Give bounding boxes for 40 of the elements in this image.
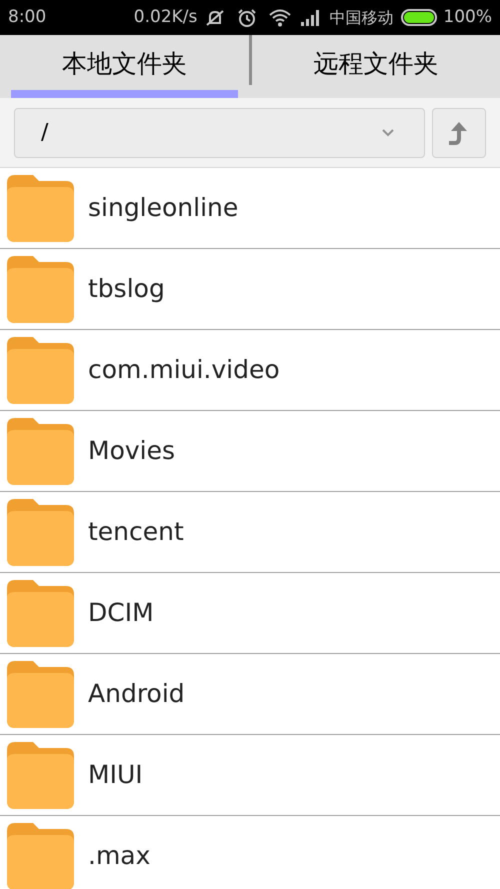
- folder-name: tencent: [88, 516, 184, 548]
- carrier-name: 中国移动: [329, 6, 394, 28]
- network-speed: 0.02K/s: [134, 6, 198, 29]
- folder-name: Android: [88, 678, 185, 710]
- folder-row[interactable]: com.miui.video: [0, 330, 500, 411]
- folder-name: MIUI: [88, 759, 143, 792]
- folder-icon: [7, 418, 74, 484]
- muted-bell-icon: [205, 8, 226, 28]
- folder-row[interactable]: tbslog: [0, 249, 500, 330]
- folder-name: .max: [88, 840, 150, 872]
- clock: 8:00: [8, 6, 46, 29]
- folder-row[interactable]: tencent: [0, 492, 500, 573]
- folder-name: Movies: [88, 435, 176, 468]
- battery-percent: 100%: [443, 6, 492, 29]
- tab[interactable]: 远程文件夹: [262, 35, 489, 98]
- folder-icon: [7, 580, 74, 646]
- folder-icon: [7, 256, 74, 322]
- alarm-icon: [237, 8, 258, 28]
- up-folder-button[interactable]: [432, 108, 486, 158]
- battery-icon: [401, 9, 438, 26]
- folder-name: com.miui.video: [88, 354, 280, 386]
- folder-row[interactable]: Movies: [0, 411, 500, 492]
- folder-row[interactable]: singleonline: [0, 168, 500, 249]
- folder-name: tbslog: [88, 273, 165, 306]
- folder-row[interactable]: DCIM: [0, 573, 500, 654]
- folder-row[interactable]: MIUI: [0, 735, 500, 816]
- folder-row[interactable]: Android: [0, 654, 500, 735]
- folder-icon: [7, 822, 74, 889]
- folder-icon: [7, 660, 74, 728]
- path-dropdown[interactable]: /: [14, 108, 425, 158]
- folder-icon: [7, 174, 74, 242]
- wifi-icon: [269, 8, 292, 26]
- folder-icon: [7, 336, 74, 404]
- folder-name: DCIM: [88, 597, 154, 630]
- signal-icon: [301, 10, 322, 26]
- folder-row[interactable]: .max: [0, 816, 500, 889]
- folder-name: singleonline: [88, 192, 238, 224]
- folder-icon: [7, 742, 74, 808]
- folder-icon: [7, 498, 74, 566]
- dropdown-caret-icon: [382, 128, 394, 136]
